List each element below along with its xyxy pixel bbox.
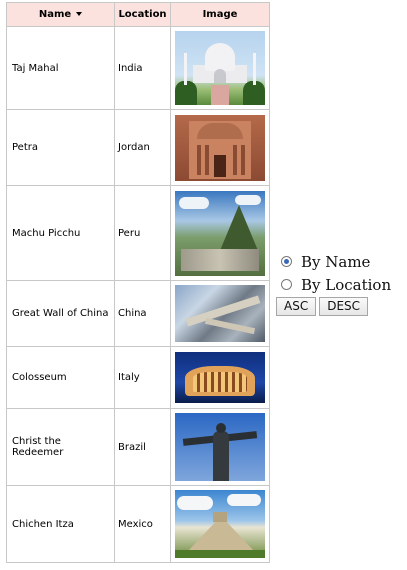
row-location: Brazil xyxy=(114,408,171,486)
table-row: Christ the Redeemer Brazil xyxy=(6,408,270,486)
table-row: Colosseum Italy xyxy=(6,346,270,409)
row-name: Taj Mahal xyxy=(6,26,115,110)
row-name: Chichen Itza xyxy=(6,485,115,563)
name-header-label: Name xyxy=(38,9,72,20)
colosseum-image xyxy=(175,352,265,403)
table-row: Machu Picchu Peru xyxy=(6,185,270,281)
row-name: Great Wall of China xyxy=(6,280,115,347)
image-column-header: Image xyxy=(170,2,270,27)
sort-by-name-option[interactable]: By Name xyxy=(276,250,391,273)
image-cell xyxy=(170,280,270,347)
row-location: Jordan xyxy=(114,109,171,186)
row-location: Peru xyxy=(114,185,171,281)
sort-by-location-radio[interactable] xyxy=(281,279,292,290)
image-cell xyxy=(170,408,270,486)
sort-by-name-label: By Name xyxy=(301,252,371,271)
sort-controls: By Name By Location ASC DESC xyxy=(276,250,391,316)
image-cell xyxy=(170,346,270,409)
row-name: Petra xyxy=(6,109,115,186)
location-column-header[interactable]: Location xyxy=(114,2,171,27)
table-header-row: Name Location Image xyxy=(6,2,270,27)
name-column-header[interactable]: Name xyxy=(6,2,115,27)
sort-by-location-label: By Location xyxy=(301,275,392,294)
image-cell xyxy=(170,485,270,563)
row-name: Machu Picchu xyxy=(6,185,115,281)
sort-descending-arrow-icon xyxy=(76,12,83,16)
image-cell xyxy=(170,109,270,186)
taj-mahal-image xyxy=(175,31,265,105)
christ-the-redeemer-image xyxy=(175,413,265,481)
row-location: China xyxy=(114,280,171,347)
row-location: India xyxy=(114,26,171,110)
image-cell xyxy=(170,26,270,110)
row-location: Mexico xyxy=(114,485,171,563)
petra-image xyxy=(175,114,265,181)
desc-button[interactable]: DESC xyxy=(319,297,369,316)
table-row: Chichen Itza Mexico xyxy=(6,485,270,563)
table-row: Petra Jordan xyxy=(6,109,270,186)
sort-by-name-radio[interactable] xyxy=(281,256,292,267)
asc-button[interactable]: ASC xyxy=(276,297,317,316)
machu-picchu-image xyxy=(175,190,265,276)
row-location: Italy xyxy=(114,346,171,409)
row-name: Colosseum xyxy=(6,346,115,409)
great-wall-image xyxy=(175,285,265,342)
image-header-label: Image xyxy=(202,9,238,20)
image-cell xyxy=(170,185,270,281)
row-name: Christ the Redeemer xyxy=(6,408,115,486)
sort-direction-buttons: ASC DESC xyxy=(276,297,391,316)
wonders-table: Name Location Image Taj Mahal India Petr xyxy=(6,2,270,563)
table-row: Taj Mahal India xyxy=(6,26,270,110)
sort-by-location-option[interactable]: By Location xyxy=(276,273,391,296)
location-header-label: Location xyxy=(118,9,167,20)
table-row: Great Wall of China China xyxy=(6,280,270,347)
chichen-itza-image xyxy=(175,490,265,558)
